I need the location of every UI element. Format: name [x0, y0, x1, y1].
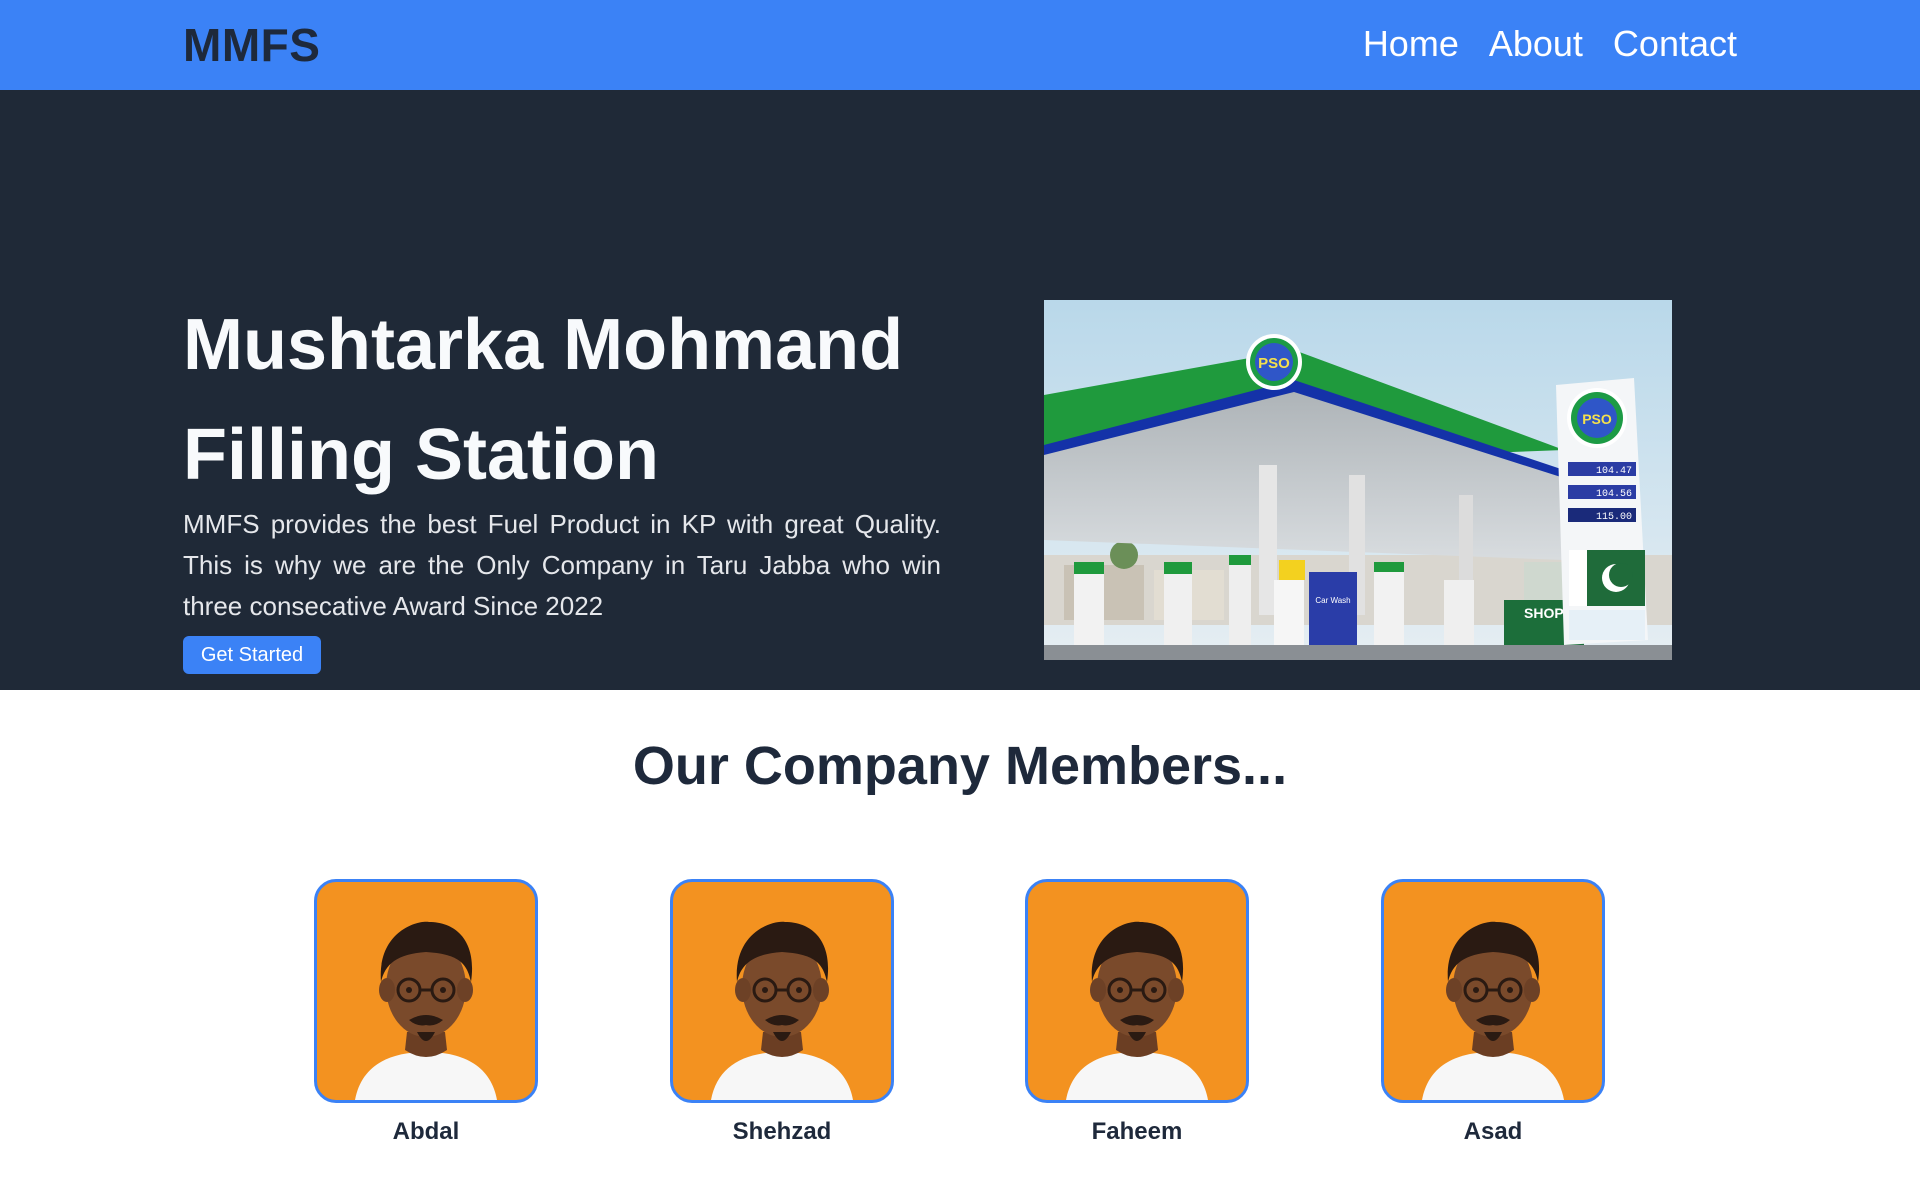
get-started-button[interactable]: Get Started: [183, 636, 321, 674]
member-avatar: [314, 879, 538, 1103]
nav-link-about[interactable]: About: [1489, 22, 1583, 66]
brand-logo[interactable]: MMFS: [183, 18, 320, 72]
members-title: Our Company Members...: [632, 736, 1288, 796]
member-avatar: [1381, 879, 1605, 1103]
member-card: Shehzad: [670, 879, 894, 1147]
car-wash-text: Car Wash: [1315, 596, 1350, 605]
navbar: MMFS Home About Contact: [0, 0, 1920, 90]
member-card: Asad: [1381, 879, 1605, 1147]
hero-section: Mushtarka Mohmand Filling Station MMFS p…: [0, 90, 1920, 690]
member-avatar: [1025, 879, 1249, 1103]
svg-text:PSO: PSO: [1582, 411, 1612, 427]
member-name: Asad: [1463, 1118, 1523, 1145]
price-3: 115.00: [1596, 512, 1632, 523]
hero-description: MMFS provides the best Fuel Product in K…: [183, 509, 941, 621]
member-name: Shehzad: [732, 1118, 832, 1145]
hero-title-line-2: Filling Station: [183, 415, 659, 495]
member-avatar: [670, 879, 894, 1103]
nav-link-contact[interactable]: Contact: [1613, 22, 1737, 66]
member-name: Abdal: [392, 1118, 460, 1145]
price-2: 104.56: [1596, 489, 1632, 500]
hero-title: Mushtarka Mohmand Filling Station: [183, 290, 943, 510]
shop-text: SHOP: [1524, 605, 1564, 621]
member-card: Abdal: [314, 879, 538, 1147]
member-name: Faheem: [1091, 1118, 1183, 1145]
member-card: Faheem: [1025, 879, 1249, 1147]
nav-links: Home About Contact: [1363, 22, 1737, 66]
nav-link-home[interactable]: Home: [1363, 22, 1459, 66]
pso-logo-text: PSO: [1258, 355, 1290, 372]
price-1: 104.47: [1596, 466, 1632, 477]
fuel-station-image: Car Wash SHOP PSO PSO 104.47 104.56 115.…: [1044, 300, 1672, 660]
hero-title-line-1: Mushtarka Mohmand: [183, 305, 904, 385]
